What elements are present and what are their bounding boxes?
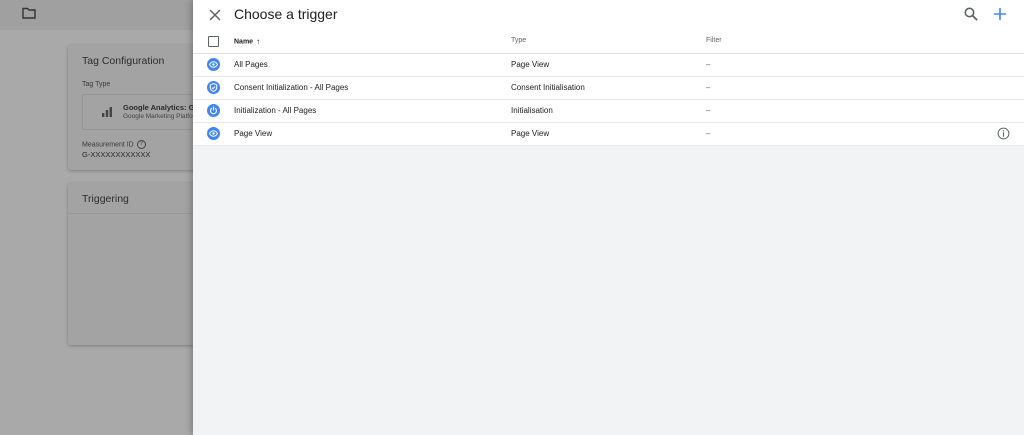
trigger-filter: –: [706, 129, 711, 138]
tag-type-name: Google Analytics: GA4 Configuration: [123, 103, 199, 112]
tag-type-label: Tag Type: [82, 81, 111, 88]
column-header-filter: Filter: [706, 37, 722, 44]
tag-configuration-card: Tag Configuration Tag Type Google Analyt…: [68, 45, 204, 170]
trigger-filter: –: [706, 83, 711, 92]
folder-icon: [22, 7, 36, 19]
trigger-filter: –: [706, 60, 711, 69]
shield-icon: [207, 81, 220, 94]
measurement-id-value: G-XXXXXXXXXXXX: [82, 150, 151, 159]
table-row[interactable]: Initialization - All Pages Initialisatio…: [193, 100, 1024, 123]
trigger-name: All Pages: [234, 60, 268, 69]
drawer-title: Choose a trigger: [234, 6, 338, 22]
trigger-table: Name ↑ Type Filter All Pages Page View – …: [193, 30, 1024, 146]
info-icon[interactable]: [997, 127, 1010, 140]
trigger-filter: –: [706, 106, 711, 115]
eye-icon: [207, 127, 220, 140]
trigger-name: Page View: [234, 129, 273, 138]
add-icon[interactable]: [991, 5, 1009, 23]
trigger-type: Initialisation: [511, 106, 553, 115]
column-header-type: Type: [511, 37, 527, 44]
trigger-type: Consent Initialisation: [511, 83, 585, 92]
trigger-name: Initialization - All Pages: [234, 106, 317, 115]
power-icon: [207, 104, 220, 117]
triggering-card: Triggering: [68, 183, 198, 345]
triggering-divider: [68, 213, 198, 214]
table-row[interactable]: All Pages Page View –: [193, 54, 1024, 77]
select-all-checkbox[interactable]: [208, 36, 219, 47]
choose-trigger-drawer: Choose a trigger Name ↑ Type Filter All P…: [193, 0, 1024, 435]
help-icon: ?: [136, 140, 146, 149]
column-header-name[interactable]: Name ↑: [234, 37, 260, 46]
eye-icon: [207, 58, 220, 71]
measurement-id-text: Measurement ID: [82, 141, 134, 149]
measurement-id-label: Measurement ID?: [82, 140, 146, 149]
drawer-header: Choose a trigger: [193, 0, 1024, 30]
close-icon[interactable]: [207, 7, 223, 23]
table-row[interactable]: Page View Page View –: [193, 123, 1024, 146]
column-header-name-label: Name: [234, 38, 254, 46]
trigger-type: Page View: [511, 60, 550, 69]
triggering-title: Triggering: [82, 193, 129, 205]
table-row[interactable]: Consent Initialization - All Pages Conse…: [193, 77, 1024, 100]
search-icon[interactable]: [963, 6, 979, 22]
tag-type-selector: Google Analytics: GA4 Configuration Goog…: [82, 94, 204, 130]
table-header: Name ↑ Type Filter: [193, 30, 1024, 54]
tag-configuration-title: Tag Configuration: [82, 55, 165, 67]
tag-type-subtitle: Google Marketing Platform: [123, 113, 199, 120]
trigger-type: Page View: [511, 129, 550, 138]
sort-ascending-icon: ↑: [256, 37, 261, 46]
trigger-name: Consent Initialization - All Pages: [234, 83, 349, 92]
analytics-icon: [102, 107, 112, 117]
